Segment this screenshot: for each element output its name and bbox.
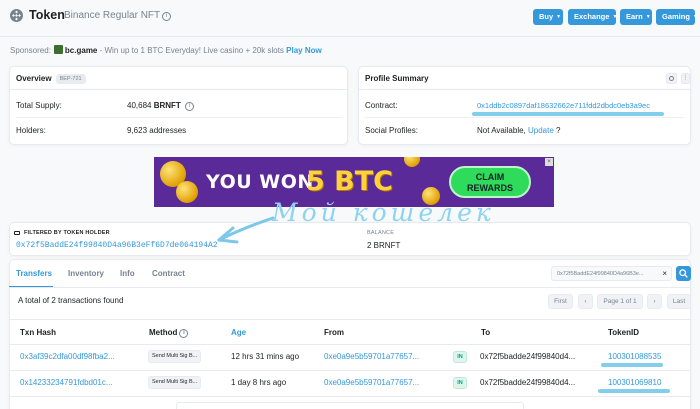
age-value: 1 day 8 hrs ago: [231, 378, 287, 387]
play-now-link[interactable]: Play Now: [286, 46, 322, 55]
col-to: To: [481, 328, 491, 337]
chevron-down-icon: ▼: [645, 14, 651, 20]
col-method: Method i: [149, 328, 189, 338]
holder-address-link[interactable]: 0x72f5BaddE24f99840D4a96B3eFf6D7de064194…: [16, 241, 218, 250]
divider: [359, 89, 690, 90]
tab-transfers[interactable]: Transfers: [16, 269, 52, 278]
tab-info[interactable]: Info: [120, 269, 135, 278]
page-title: Token: [29, 8, 65, 22]
info-icon[interactable]: i: [179, 329, 189, 338]
bc-game-logo-icon: [53, 45, 63, 54]
divider: [9, 319, 691, 320]
txn-hash-link[interactable]: 0x14233234791fdbd01c...: [20, 378, 113, 387]
token-id-link[interactable]: 100301088535: [608, 352, 661, 361]
ad-slot: [176, 402, 524, 409]
chevron-down-icon: ▼: [556, 14, 562, 20]
next-page-button[interactable]: ›: [647, 294, 662, 309]
profile-summary-card: Profile Summary ⋮ Contract: 0x1ddb2c0897…: [358, 66, 691, 145]
table-row: 0x3af39c2dfa00df98fba2... Send Multi Sig…: [9, 345, 691, 369]
first-page-button[interactable]: First: [548, 294, 573, 309]
overview-title: Overview BEP-721: [16, 74, 86, 84]
options-icon: [669, 76, 674, 81]
total-supply-label: Total Supply:: [16, 101, 62, 110]
close-icon[interactable]: ×: [545, 158, 553, 166]
claim-rewards-button[interactable]: CLAIM REWARDS: [449, 166, 531, 198]
more-button[interactable]: ⋮: [681, 73, 690, 84]
exchange-menu-button[interactable]: Exchange ▼: [568, 9, 618, 25]
info-icon[interactable]: i: [162, 12, 172, 21]
search-icon: [679, 269, 688, 278]
sponsored-line: Sponsored: bc.game - Win up to 1 BTC Ever…: [10, 45, 322, 55]
coin-icon: [176, 181, 198, 203]
sponsor-brand[interactable]: bc.game: [65, 46, 97, 55]
social-profiles-value: Not Available, Update ?: [477, 126, 561, 135]
method-badge: Send Multi Sig B...: [148, 350, 202, 363]
divider: [10, 89, 347, 90]
chevron-down-icon: ▼: [692, 14, 698, 20]
direction-badge: IN: [453, 351, 467, 363]
clear-icon[interactable]: ×: [662, 269, 667, 278]
divider: [365, 117, 685, 118]
direction-badge: IN: [453, 377, 467, 389]
ad-headline: YOU WON: [206, 171, 314, 193]
from-address-link[interactable]: 0xe0a9e5b59701a77657...: [324, 378, 419, 387]
last-page-button[interactable]: Last: [667, 294, 691, 309]
social-profiles-label: Social Profiles:: [365, 126, 418, 135]
marker-highlight: [598, 389, 670, 393]
coin-icon: [404, 157, 420, 167]
holders-value: 9,623 addresses: [127, 126, 187, 135]
chevron-down-icon: ▼: [612, 14, 618, 20]
contract-address-link[interactable]: 0x1ddb2c0897daf18632662e711fdd2dbdc0eb3a…: [477, 101, 650, 110]
buy-menu-button[interactable]: Buy ▼: [533, 9, 563, 25]
col-token-id: TokenID: [608, 328, 639, 337]
gaming-menu-button[interactable]: Gaming ▼: [656, 9, 698, 25]
wallet-icon: [14, 231, 20, 235]
divider: [9, 396, 691, 397]
age-value: 12 hrs 31 mins ago: [231, 352, 300, 361]
transactions-summary: A total of 2 transactions found: [18, 296, 124, 305]
divider: [0, 36, 700, 37]
holders-label: Holders:: [16, 126, 46, 135]
search-input[interactable]: 0x72f5BaddE24f99840D4a96B3e... ×: [551, 266, 672, 281]
token-standard-badge: BEP-721: [55, 74, 86, 84]
marker-highlight: [601, 363, 663, 367]
to-address: 0x72f5badde24f99840d4...: [480, 378, 576, 387]
col-txn-hash: Txn Hash: [20, 328, 57, 337]
contract-label: Contract:: [365, 101, 398, 110]
method-badge: Send Multi Sig B...: [148, 376, 202, 389]
handwritten-note: Мой кошелек: [272, 198, 495, 227]
options-button[interactable]: [666, 73, 677, 84]
tab-inventory[interactable]: Inventory: [68, 269, 104, 278]
tab-contract[interactable]: Contract: [152, 269, 185, 278]
earn-menu-button[interactable]: Earn ▼: [620, 9, 652, 25]
to-address: 0x72f5badde24f99840d4...: [480, 352, 576, 361]
filter-label: FILTERED BY TOKEN HOLDER: [24, 230, 110, 236]
from-address-link[interactable]: 0xe0a9e5b59701a77657...: [324, 352, 419, 361]
token-name: Binance Regular NFT i: [64, 10, 172, 21]
page-indicator: Page 1 of 1: [597, 294, 643, 309]
col-age[interactable]: Age: [231, 328, 246, 337]
table-row: 0x14233234791fdbd01c... Send Multi Sig B…: [9, 371, 691, 395]
search-button[interactable]: [676, 266, 691, 281]
divider: [16, 117, 342, 118]
token-id-link[interactable]: 100301069810: [608, 378, 661, 387]
profile-summary-title: Profile Summary: [365, 74, 429, 83]
txn-hash-link[interactable]: 0x3af39c2dfa00df98fba2...: [20, 352, 115, 361]
overview-card: Overview BEP-721 Total Supply: 40,684 BRN…: [9, 66, 348, 145]
divider: [9, 287, 691, 288]
info-icon[interactable]: i: [185, 102, 195, 111]
total-supply-value: 40,684 BRNFT i: [127, 101, 195, 111]
col-from: From: [324, 328, 344, 337]
ad-amount: 5 BTC: [306, 166, 393, 197]
prev-page-button[interactable]: ‹: [578, 294, 593, 309]
marker-highlight: [472, 112, 664, 116]
binance-token-icon: [10, 9, 23, 22]
update-link[interactable]: Update: [528, 126, 554, 135]
